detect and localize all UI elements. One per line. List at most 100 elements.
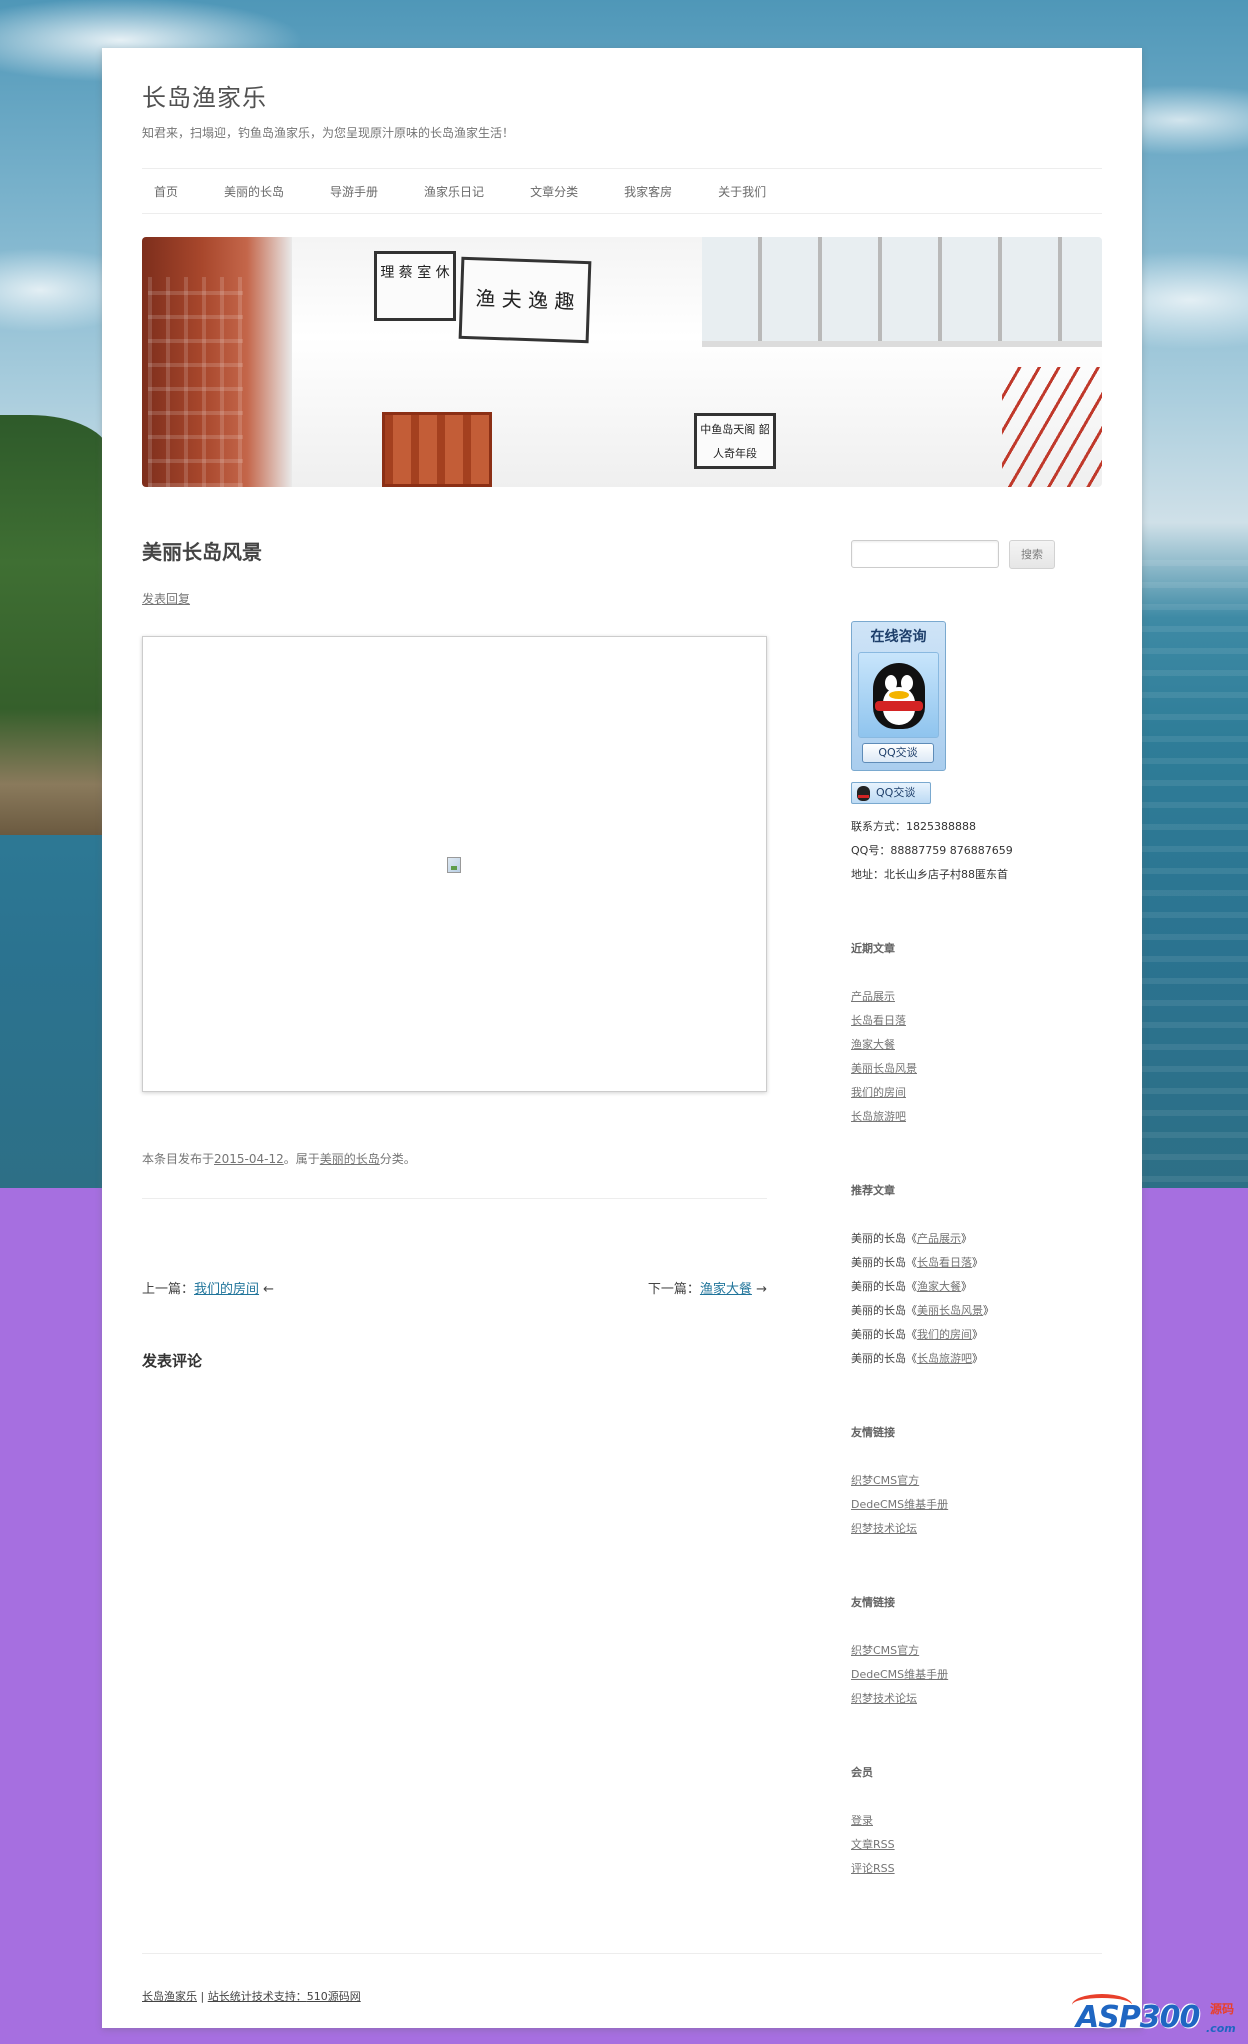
prev-post: 上一篇：我们的房间 ← — [142, 1278, 274, 1297]
penguin-eye — [885, 675, 897, 691]
next-label: 下一篇： — [647, 1282, 700, 1297]
recommended-item: 美丽的长岛《产品展示》 — [851, 1230, 972, 1246]
comments-title: 发表评论 — [142, 1352, 203, 1370]
qq-small-label: QQ交谈 — [876, 786, 916, 799]
site-tagline: 知君来，扫塌迎，钓鱼岛渔家乐，为您呈现原汁原味的长岛渔家生活！ — [142, 126, 515, 140]
meta-mid: 。属于 — [283, 1152, 320, 1166]
recent-post-link[interactable]: 产品展示 — [851, 988, 895, 1004]
broken-image-icon — [447, 857, 461, 873]
rec-suffix: 》 — [961, 1280, 972, 1293]
recent-post-link[interactable]: 长岛看日落 — [851, 1012, 906, 1028]
friend-link[interactable]: 织梦技术论坛 — [851, 1690, 917, 1706]
rec-prefix: 美丽的长岛《 — [851, 1232, 917, 1245]
recommended-item: 美丽的长岛《我们的房间》 — [851, 1326, 983, 1342]
prev-label: 上一篇： — [142, 1282, 195, 1297]
rec-suffix: 》 — [972, 1352, 983, 1365]
meta-suffix: 分类。 — [379, 1152, 416, 1166]
recommended-item: 美丽的长岛《美丽长岛风景》 — [851, 1302, 994, 1318]
footer-site-link[interactable]: 长岛渔家乐 — [142, 1990, 197, 2003]
contact-address: 地址：北长山乡店子村88匿东首 — [851, 868, 1008, 881]
post-meta: 本条目发布于2015-04-12。属于美丽的长岛分类。 — [142, 1150, 416, 1167]
recommended-item: 美丽的长岛《长岛旅游吧》 — [851, 1350, 983, 1366]
search-button[interactable]: 搜索 — [1009, 540, 1055, 569]
background-island — [0, 415, 110, 835]
qq-icon — [857, 786, 870, 801]
meta-category-link[interactable]: 美丽的长岛 — [320, 1152, 380, 1166]
rec-prefix: 美丽的长岛《 — [851, 1256, 917, 1269]
footer-divider — [142, 1953, 1102, 1954]
friend-links-title: 友情链接 — [851, 1596, 895, 1609]
friend-link[interactable]: DedeCMS维基手册 — [851, 1666, 948, 1682]
qq-consult-panel: 在线咨询 QQ交谈 — [851, 621, 946, 771]
watermark-com: .com — [1206, 2022, 1236, 2035]
friend-link[interactable]: DedeCMS维基手册 — [851, 1496, 948, 1512]
page-card: 长岛渔家乐 知君来，扫塌迎，钓鱼岛渔家乐，为您呈现原汁原味的长岛渔家生活！ 首页… — [102, 48, 1142, 2028]
header-image-door — [382, 412, 492, 487]
nav-item-home[interactable]: 首页 — [154, 183, 178, 200]
right-arrow-icon: → — [756, 1282, 767, 1297]
meta-date-link[interactable]: 2015-04-12 — [214, 1152, 284, 1166]
header-image-sign: 渔 夫 逸 趣 — [458, 256, 592, 344]
login-link[interactable]: 登录 — [851, 1812, 873, 1828]
search-input[interactable] — [851, 540, 999, 568]
rec-suffix: 》 — [961, 1232, 972, 1245]
background-sea — [1141, 560, 1248, 1190]
rec-link[interactable]: 渔家大餐 — [917, 1280, 961, 1293]
rec-link[interactable]: 产品展示 — [917, 1232, 961, 1245]
rec-prefix: 美丽的长岛《 — [851, 1280, 917, 1293]
recent-post-link[interactable]: 美丽长岛风景 — [851, 1060, 917, 1076]
friend-link[interactable]: 织梦技术论坛 — [851, 1520, 917, 1536]
watermark-sub: 源码 — [1210, 2002, 1235, 2016]
rec-link[interactable]: 我们的房间 — [917, 1328, 972, 1341]
divider — [142, 1198, 767, 1199]
recent-post-link[interactable]: 我们的房间 — [851, 1084, 906, 1100]
friend-links-title: 友情链接 — [851, 1426, 895, 1439]
qq-penguin-icon[interactable] — [858, 652, 939, 738]
recommended-item: 美丽的长岛《渔家大餐》 — [851, 1278, 972, 1294]
header-image-sign: 理 蔡 室 休 — [374, 251, 456, 321]
footer-separator: | — [200, 1990, 205, 2003]
posts-rss-link[interactable]: 文章RSS — [851, 1836, 895, 1852]
rec-link[interactable]: 长岛旅游吧 — [917, 1352, 972, 1365]
nav-item-rooms[interactable]: 我家客房 — [624, 183, 672, 200]
recommended-title: 推荐文章 — [851, 1184, 895, 1197]
header-image-railing — [1002, 367, 1102, 487]
nav-item-guide[interactable]: 导游手册 — [330, 183, 378, 200]
site-title[interactable]: 长岛渔家乐 — [142, 78, 267, 113]
rec-link[interactable]: 美丽长岛风景 — [917, 1304, 983, 1317]
watermark-logo: ASP300 源码 .com — [1072, 1990, 1248, 2044]
penguin-scarf — [875, 701, 923, 711]
nav-item-beautiful-island[interactable]: 美丽的长岛 — [224, 183, 284, 200]
recent-post-link[interactable]: 长岛旅游吧 — [851, 1108, 906, 1124]
rec-suffix: 》 — [972, 1256, 983, 1269]
main-nav: 首页 美丽的长岛 导游手册 渔家乐日记 文章分类 我家客房 关于我们 — [142, 168, 1102, 214]
left-arrow-icon: ← — [263, 1282, 275, 1297]
comments-rss-link[interactable]: 评论RSS — [851, 1860, 895, 1876]
header-image-lattice — [148, 277, 243, 487]
footer: 长岛渔家乐 | 站长统计技术支持：510源码网 — [142, 1988, 361, 2004]
recent-post-link[interactable]: 渔家大餐 — [851, 1036, 895, 1052]
rec-prefix: 美丽的长岛《 — [851, 1304, 917, 1317]
friend-link[interactable]: 织梦CMS官方 — [851, 1472, 919, 1488]
meta-prefix: 本条目发布于 — [142, 1152, 215, 1166]
nav-item-diary[interactable]: 渔家乐日记 — [424, 183, 484, 200]
prev-post-link[interactable]: 我们的房间 — [194, 1282, 259, 1297]
penguin-eye — [901, 675, 913, 691]
watermark-text: ASP300 — [1076, 2000, 1200, 2035]
rec-link[interactable]: 长岛看日落 — [917, 1256, 972, 1269]
friend-link[interactable]: 织梦CMS官方 — [851, 1642, 919, 1658]
footer-support-link[interactable]: 510源码网 — [307, 1990, 361, 2003]
nav-item-about[interactable]: 关于我们 — [718, 183, 766, 200]
post-title: 美丽长岛风景 — [142, 540, 262, 564]
nav-item-categories[interactable]: 文章分类 — [530, 183, 578, 200]
post-image-frame — [142, 636, 767, 1092]
footer-stats-link[interactable]: 站长统计技术支持： — [208, 1990, 307, 2003]
qq-small-chat-button[interactable]: QQ交谈 — [851, 782, 931, 804]
rec-suffix: 》 — [983, 1304, 994, 1317]
qq-panel-title: 在线咨询 — [870, 629, 927, 645]
reply-link[interactable]: 发表回复 — [142, 590, 190, 607]
rec-suffix: 》 — [972, 1328, 983, 1341]
qq-chat-button[interactable]: QQ交谈 — [862, 743, 934, 763]
next-post-link[interactable]: 渔家大餐 — [700, 1282, 752, 1297]
next-post: 下一篇：渔家大餐 → — [648, 1278, 767, 1297]
